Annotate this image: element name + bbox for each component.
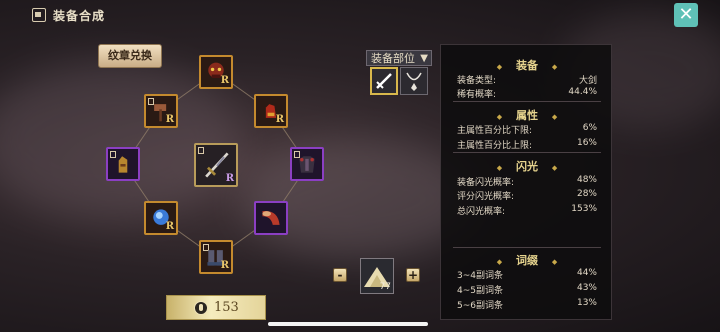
close-x-icon: ✕ xyxy=(678,4,694,25)
rarity-label: R xyxy=(275,114,284,125)
section-title-flash: ◆ 闪光 ◆ xyxy=(496,160,558,173)
stat-row: 总闪光概率: 153% xyxy=(457,204,597,217)
section-title-attributes: ◆ 属性 ◆ xyxy=(496,109,558,122)
decrease-button[interactable]: - xyxy=(333,268,347,282)
equip-position-label: 装备部位 xyxy=(371,52,415,65)
stat-row: 4~5副词条 43% xyxy=(457,283,597,296)
slot-left[interactable] xyxy=(106,147,140,181)
stat-row: 装备类型: 大剑 xyxy=(457,76,597,86)
stat-row: 评分闪光概率: 28% xyxy=(457,189,597,202)
divider xyxy=(453,101,601,102)
material-slot[interactable]: 77 xyxy=(360,258,394,294)
divider xyxy=(453,247,601,248)
rarity-label: R xyxy=(220,75,229,86)
rarity-label: R xyxy=(225,173,234,184)
increase-button[interactable]: + xyxy=(406,268,420,282)
equip-position-dropdown[interactable]: 装备部位 ▼ xyxy=(366,50,432,66)
stat-row: 3~4副词条 44% xyxy=(457,268,597,281)
sword-icon xyxy=(376,73,392,89)
cost-value: 153 xyxy=(214,300,239,315)
slot-center[interactable]: R xyxy=(194,143,238,187)
gold-glove-icon xyxy=(118,156,128,173)
coin-icon xyxy=(194,301,208,315)
dark-armor-icon xyxy=(299,156,315,173)
stat-row: 5~6副词条 13% xyxy=(457,298,597,311)
close-button[interactable]: ✕ xyxy=(674,3,698,27)
slot-upper-right[interactable]: R xyxy=(254,94,288,128)
section-title-affixes: ◆ 词缀 ◆ xyxy=(496,254,558,267)
rarity-label: R xyxy=(165,221,174,232)
section-title-equipment: ◆ 装备 ◆ xyxy=(496,59,558,72)
slot-upper-left[interactable]: R xyxy=(144,94,178,128)
slot-bottom[interactable]: R xyxy=(199,240,233,274)
cost-display[interactable]: 153 xyxy=(166,295,266,320)
red-horn-icon xyxy=(262,210,280,225)
slot-top[interactable]: R xyxy=(199,55,233,89)
slot-right[interactable] xyxy=(290,147,324,181)
slot-lower-left[interactable]: R xyxy=(144,201,178,235)
stat-row: 稀有概率: 44.4% xyxy=(457,87,597,100)
stat-row: 主属性百分比上限: 16% xyxy=(457,138,597,151)
chevron-down-icon: ▼ xyxy=(420,53,428,64)
rarity-label: R xyxy=(220,260,229,271)
stat-row: 主属性百分比下限: 6% xyxy=(457,123,597,136)
home-indicator[interactable] xyxy=(268,322,428,326)
necklace-icon xyxy=(406,72,422,91)
rarity-label: R xyxy=(165,114,174,125)
tab-necklace[interactable] xyxy=(400,67,428,95)
stat-row: 装备闪光概率: 48% xyxy=(457,175,597,188)
material-quantity: 77 xyxy=(379,282,391,292)
tab-sword[interactable] xyxy=(370,67,398,95)
info-panel: ◆ 装备 ◆ 装备类型: 大剑 稀有概率: 44.4% ◆ 属性 ◆ 主属性百分比下… xyxy=(440,44,612,320)
divider xyxy=(453,152,601,153)
slot-lower-right[interactable] xyxy=(254,201,288,235)
